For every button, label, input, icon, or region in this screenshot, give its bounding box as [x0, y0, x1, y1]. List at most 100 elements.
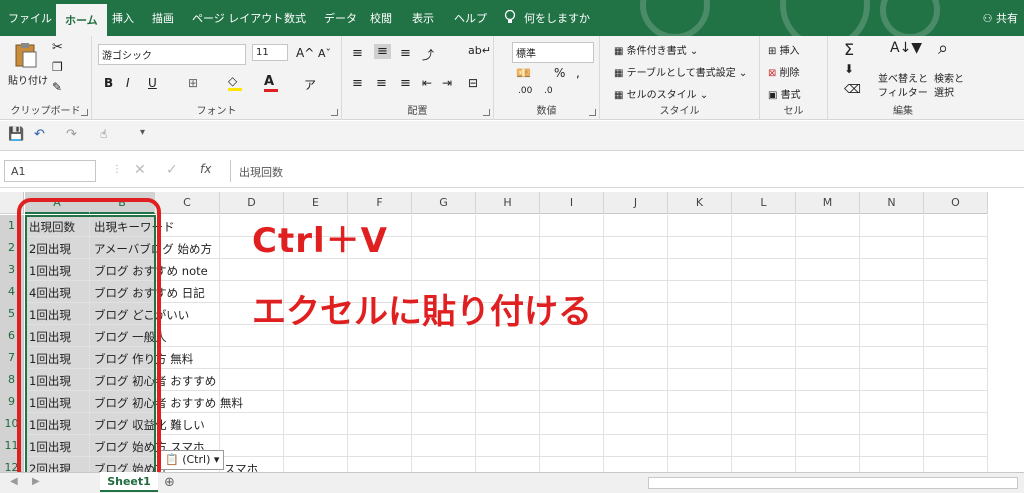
cell-empty[interactable]: [604, 413, 668, 435]
cell-empty[interactable]: [796, 237, 860, 259]
cell-empty[interactable]: [924, 303, 988, 325]
decrease-decimal-icon[interactable]: .0: [544, 86, 553, 96]
row-header[interactable]: 9: [0, 391, 24, 413]
tab-file[interactable]: ファイル: [8, 10, 52, 26]
cell-col-b[interactable]: ブログ 始め方 スマホ: [90, 435, 204, 457]
column-header-b[interactable]: B: [90, 192, 155, 214]
column-header-j[interactable]: J: [604, 192, 668, 214]
row-header[interactable]: 12: [0, 457, 24, 472]
cancel-icon[interactable]: ✕: [134, 162, 146, 178]
insert-cells-button[interactable]: ⊞ 挿入: [768, 42, 800, 57]
cell-col-b[interactable]: ブログ 作り方 無料: [90, 347, 193, 369]
cell-empty[interactable]: [668, 391, 732, 413]
cell-empty[interactable]: [796, 259, 860, 281]
redo-icon[interactable]: ↷: [66, 127, 77, 142]
column-header-m[interactable]: M: [796, 192, 860, 214]
tab-page-layout[interactable]: ページ レイアウト: [192, 10, 283, 26]
tab-view[interactable]: 表示: [412, 10, 434, 26]
cell-empty[interactable]: [924, 435, 988, 457]
cell-empty[interactable]: [924, 347, 988, 369]
cell-empty[interactable]: [796, 281, 860, 303]
cell-empty[interactable]: [732, 215, 796, 237]
select-all-corner[interactable]: [0, 192, 24, 214]
column-header-g[interactable]: G: [412, 192, 476, 214]
cell-empty[interactable]: [540, 457, 604, 472]
cell-empty[interactable]: [860, 281, 924, 303]
format-painter-icon[interactable]: ✎: [52, 80, 62, 94]
bold-button[interactable]: B: [104, 76, 113, 90]
increase-indent-icon[interactable]: ⇥: [442, 76, 452, 90]
align-left-icon[interactable]: ≡: [352, 76, 363, 91]
customize-qat-icon[interactable]: ▾: [140, 127, 145, 138]
column-header-o[interactable]: O: [924, 192, 988, 214]
cell-empty[interactable]: [668, 237, 732, 259]
cell-col-b[interactable]: ブログ どこがいい: [90, 303, 189, 325]
cell-empty[interactable]: [604, 435, 668, 457]
cell-empty[interactable]: [796, 347, 860, 369]
tab-home[interactable]: ホーム: [56, 4, 107, 36]
cell-empty[interactable]: [796, 325, 860, 347]
tab-data[interactable]: データ: [324, 10, 357, 26]
cell-empty[interactable]: [860, 391, 924, 413]
cell-empty[interactable]: [540, 347, 604, 369]
enter-icon[interactable]: ✓: [166, 162, 178, 178]
cell-empty[interactable]: [155, 413, 220, 435]
save-icon[interactable]: 💾: [8, 127, 24, 142]
cell-empty[interactable]: [796, 413, 860, 435]
add-sheet-icon[interactable]: ⊕: [164, 475, 175, 490]
cell-empty[interactable]: [284, 435, 348, 457]
cell-empty[interactable]: [476, 259, 540, 281]
cell-empty[interactable]: [604, 237, 668, 259]
merge-center-icon[interactable]: ⊟: [468, 76, 478, 90]
column-header-k[interactable]: K: [668, 192, 732, 214]
cell-empty[interactable]: [796, 215, 860, 237]
cell-empty[interactable]: [412, 413, 476, 435]
cell-empty[interactable]: [540, 391, 604, 413]
cell-empty[interactable]: [476, 391, 540, 413]
cell-empty[interactable]: [668, 303, 732, 325]
share-button[interactable]: ⚇ 共有: [983, 10, 1018, 26]
cell-empty[interactable]: [732, 303, 796, 325]
cell-empty[interactable]: [604, 325, 668, 347]
format-as-table-button[interactable]: ▦ テーブルとして書式設定 ⌄: [614, 64, 747, 79]
align-top-icon[interactable]: ≡: [352, 46, 363, 61]
number-format-select[interactable]: 標準: [512, 42, 594, 63]
cell-empty[interactable]: [476, 369, 540, 391]
cell-col-b[interactable]: ブログ 初心者 おすすめ: [90, 369, 216, 391]
alignment-launcher-icon[interactable]: [483, 109, 490, 116]
cell-empty[interactable]: [348, 457, 412, 472]
cell-empty[interactable]: [284, 457, 348, 472]
cell-col-a[interactable]: 1回出現: [25, 435, 90, 457]
cell-empty[interactable]: [348, 413, 412, 435]
column-header-f[interactable]: F: [348, 192, 412, 214]
column-header-h[interactable]: H: [476, 192, 540, 214]
name-box-menu-icon[interactable]: ⋮: [112, 164, 122, 175]
cell-empty[interactable]: [668, 281, 732, 303]
cell-empty[interactable]: [924, 369, 988, 391]
cell-empty[interactable]: [860, 413, 924, 435]
cell-empty[interactable]: [476, 413, 540, 435]
cell-empty[interactable]: [732, 369, 796, 391]
cell-col-a[interactable]: 1回出現: [25, 347, 90, 369]
cell-empty[interactable]: [284, 347, 348, 369]
row-header[interactable]: 10: [0, 413, 24, 435]
cell-col-b[interactable]: ブログ 初心者 おすすめ 無料: [90, 391, 243, 413]
clear-icon[interactable]: ⌫: [844, 82, 861, 96]
name-box[interactable]: A1: [4, 160, 96, 182]
tab-help[interactable]: ヘルプ: [454, 10, 487, 26]
cell-empty[interactable]: [668, 259, 732, 281]
cell-empty[interactable]: [155, 325, 220, 347]
cell-empty[interactable]: [155, 259, 220, 281]
tab-draw[interactable]: 描画: [152, 10, 174, 26]
cell-empty[interactable]: [155, 391, 220, 413]
cell-empty[interactable]: [540, 237, 604, 259]
cell-col-b[interactable]: ブログ 始め方: [90, 457, 167, 472]
cell-empty[interactable]: [668, 457, 732, 472]
tab-review[interactable]: 校閲: [370, 10, 392, 26]
cell-empty[interactable]: [284, 391, 348, 413]
comma-icon[interactable]: ,: [576, 66, 580, 80]
cell-empty[interactable]: [348, 347, 412, 369]
cell-empty[interactable]: [220, 259, 284, 281]
row-header[interactable]: 8: [0, 369, 24, 391]
cell-empty[interactable]: [540, 413, 604, 435]
